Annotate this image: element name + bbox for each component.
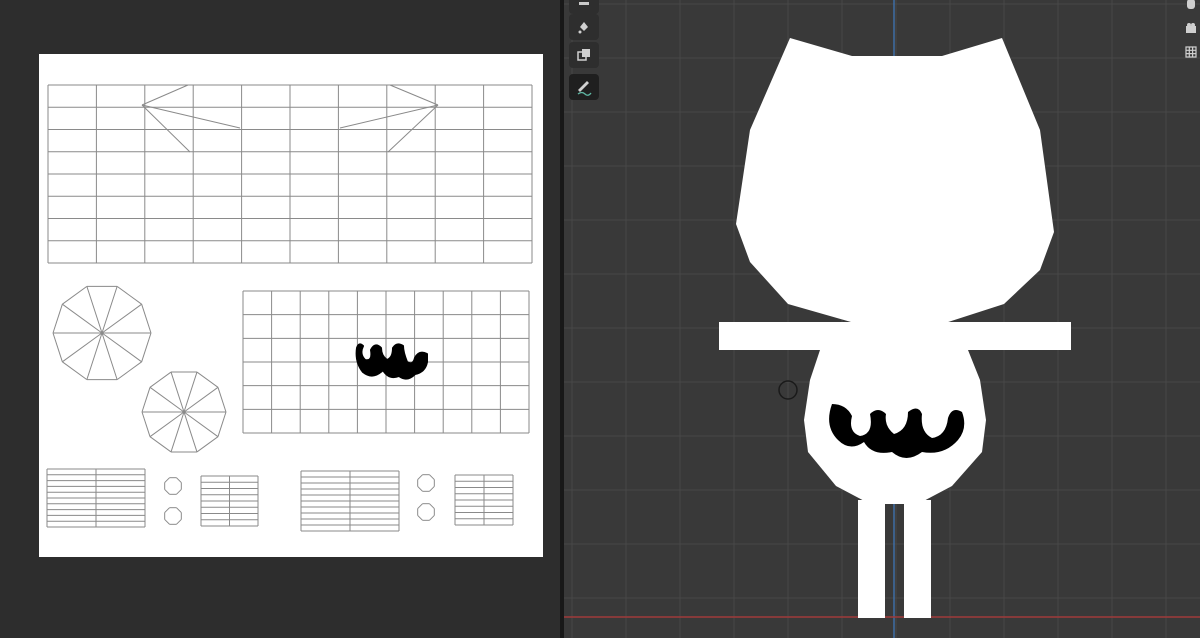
model-head (736, 38, 1054, 324)
annotate-icon (577, 81, 592, 96)
clone-tool[interactable] (569, 42, 599, 68)
model-arms (719, 322, 1071, 350)
camera-icon (1186, 23, 1196, 33)
model-leg-left (858, 500, 885, 618)
3d-viewport-panel[interactable] (564, 0, 1200, 638)
model-leg-right (904, 500, 931, 618)
clone-icon (577, 49, 590, 61)
fill-tool[interactable] (569, 14, 599, 40)
hand-tool[interactable] (1182, 0, 1200, 14)
fill-icon (578, 22, 588, 34)
camera-tool[interactable] (1182, 18, 1200, 38)
viewport-canvas[interactable] (564, 0, 1200, 638)
tool-top-partial[interactable] (569, 0, 599, 14)
annotate-tool[interactable] (569, 74, 599, 100)
hand-icon (1187, 0, 1195, 9)
uv-canvas[interactable] (0, 0, 560, 638)
uv-editor-panel[interactable] (0, 0, 560, 638)
grid-view-icon (1185, 46, 1197, 58)
grid-view-tool[interactable] (1182, 42, 1200, 62)
